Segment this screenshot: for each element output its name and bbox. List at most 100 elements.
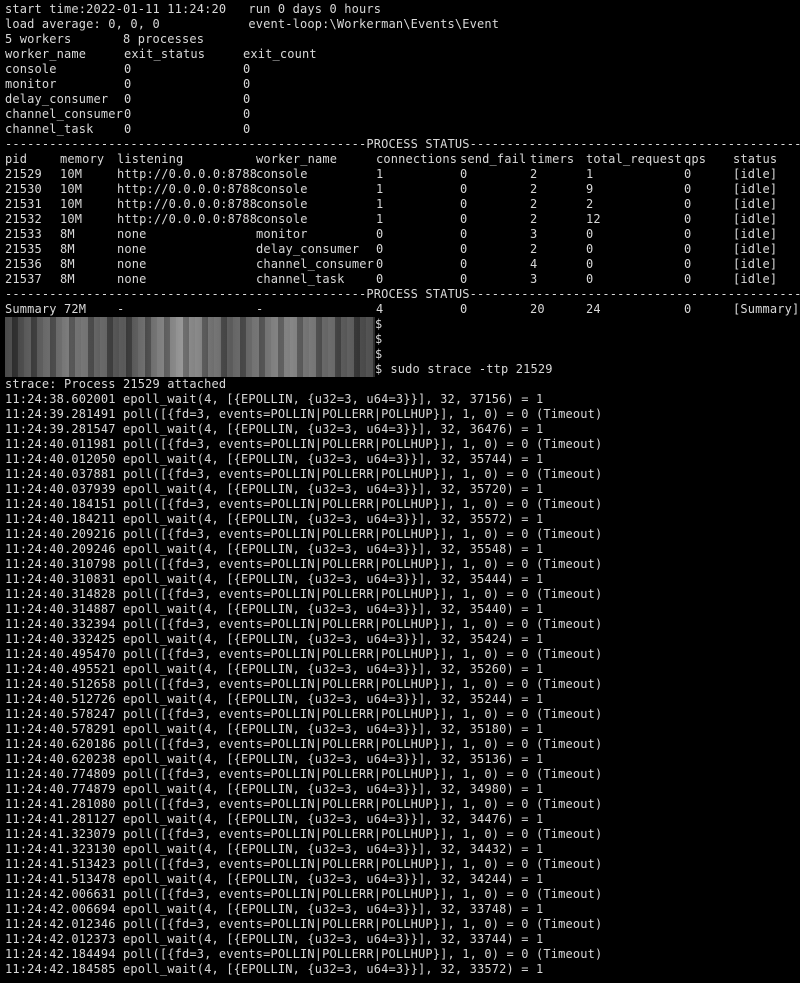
process-table-cell: [idle]	[733, 167, 778, 181]
process-table-cell: 0	[684, 197, 692, 211]
shell-command: sudo strace -ttp 21529	[383, 362, 553, 376]
process-column-header: timers	[530, 152, 575, 166]
worker-column-header: exit_count	[243, 47, 317, 61]
summary-cell: 20	[530, 302, 545, 316]
process-column-header: worker_name	[256, 152, 338, 166]
summary-cell: -	[117, 302, 125, 316]
strace-output-line: 11:24:42.184585 epoll_wait(4, [{EPOLLIN,…	[5, 962, 544, 976]
redacted-prompt-block	[5, 332, 375, 347]
worker-table-cell: 0	[243, 122, 251, 136]
process-column-header: status	[733, 152, 778, 166]
strace-output-line: 11:24:42.006631 poll([{fd=3, events=POLL…	[5, 887, 603, 901]
strace-output-line: 11:24:40.314887 epoll_wait(4, [{EPOLLIN,…	[5, 602, 544, 616]
process-table-cell: http://0.0.0.0:8788	[117, 182, 258, 196]
summary-cell: 0	[460, 302, 468, 316]
worker-count-line: 5 workers 8 processes	[5, 32, 205, 46]
strace-output-line: 11:24:40.011981 poll([{fd=3, events=POLL…	[5, 437, 603, 451]
strace-output-line: 11:24:41.281127 epoll_wait(4, [{EPOLLIN,…	[5, 812, 544, 826]
strace-output-line: 11:24:42.006694 epoll_wait(4, [{EPOLLIN,…	[5, 902, 544, 916]
process-table-cell: 2	[530, 197, 538, 211]
process-table-cell: 0	[460, 272, 468, 286]
process-table-cell: 0	[586, 227, 594, 241]
worker-table-cell: console	[5, 62, 57, 76]
process-column-header: connections	[376, 152, 458, 166]
process-table-cell: 21531	[5, 197, 42, 211]
strace-output-line: 11:24:39.281547 epoll_wait(4, [{EPOLLIN,…	[5, 422, 544, 436]
process-table-cell: 0	[684, 242, 692, 256]
process-table-cell: [idle]	[733, 242, 778, 256]
strace-attached-line: strace: Process 21529 attached	[5, 377, 227, 391]
worker-table-cell: 0	[243, 107, 251, 121]
worker-table-cell: monitor	[5, 77, 57, 91]
strace-output-line: 11:24:40.495470 poll([{fd=3, events=POLL…	[5, 647, 603, 661]
worker-table-cell: 0	[124, 92, 132, 106]
prompt-symbol: $	[375, 362, 383, 376]
process-table-cell: 10M	[60, 197, 83, 211]
process-table-cell: 0	[684, 212, 692, 226]
process-table-cell: 10M	[60, 182, 83, 196]
process-table-cell: channel_task	[256, 272, 345, 286]
strace-output-line: 11:24:40.209246 epoll_wait(4, [{EPOLLIN,…	[5, 542, 544, 556]
process-table-cell: 0	[460, 167, 468, 181]
strace-output-line: 11:24:40.620238 epoll_wait(4, [{EPOLLIN,…	[5, 752, 544, 766]
strace-output-line: 11:24:40.620186 poll([{fd=3, events=POLL…	[5, 737, 603, 751]
process-table-cell: 0	[460, 182, 468, 196]
worker-table-cell: channel_consumer	[5, 107, 123, 121]
prompt-symbol: $	[375, 332, 383, 346]
process-table-cell: 21529	[5, 167, 42, 181]
process-table-cell: 3	[530, 227, 538, 241]
worker-column-header: exit_status	[124, 47, 206, 61]
process-table-cell: 21537	[5, 272, 42, 286]
process-table-cell: 2	[530, 182, 538, 196]
process-table-cell: [idle]	[733, 227, 778, 241]
strace-output-line: 11:24:40.774809 poll([{fd=3, events=POLL…	[5, 767, 603, 781]
process-table-cell: 12	[586, 212, 601, 226]
strace-output-line: 11:24:40.209216 poll([{fd=3, events=POLL…	[5, 527, 603, 541]
strace-output-line: 11:24:41.513423 poll([{fd=3, events=POLL…	[5, 857, 603, 871]
worker-table-cell: 0	[124, 77, 132, 91]
strace-output-line: 11:24:42.184494 poll([{fd=3, events=POLL…	[5, 947, 603, 961]
strace-output-line: 11:24:40.495521 epoll_wait(4, [{EPOLLIN,…	[5, 662, 544, 676]
process-table-cell: 8M	[60, 227, 75, 241]
worker-table-cell: 0	[243, 62, 251, 76]
strace-output-line: 11:24:41.323130 epoll_wait(4, [{EPOLLIN,…	[5, 842, 544, 856]
summary-cell: 24	[586, 302, 601, 316]
process-table-cell: 1	[376, 212, 384, 226]
terminal-window[interactable]: start time:2022-01-11 11:24:20 run 0 day…	[0, 0, 800, 983]
process-table-cell: 10M	[60, 212, 83, 226]
strace-output-line: 11:24:38.602001 epoll_wait(4, [{EPOLLIN,…	[5, 392, 544, 406]
redacted-prompt-block	[5, 362, 375, 377]
summary-cell: Summary 72M	[5, 302, 87, 316]
strace-output-line: 11:24:40.332425 epoll_wait(4, [{EPOLLIN,…	[5, 632, 544, 646]
process-table-cell: 0	[460, 242, 468, 256]
process-table-cell: 1	[376, 182, 384, 196]
process-table-cell: 10M	[60, 167, 83, 181]
strace-output-line: 11:24:40.314828 poll([{fd=3, events=POLL…	[5, 587, 603, 601]
redacted-prompt-block	[5, 347, 375, 362]
worker-table-cell: 0	[243, 92, 251, 106]
process-table-cell: 1	[586, 167, 594, 181]
process-table-cell: http://0.0.0.0:8788	[117, 167, 258, 181]
worker-table-cell: 0	[124, 62, 132, 76]
process-status-separator: ----------------------------------------…	[5, 137, 800, 151]
strace-output-line: 11:24:42.012373 epoll_wait(4, [{EPOLLIN,…	[5, 932, 544, 946]
process-table-cell: http://0.0.0.0:8788	[117, 212, 258, 226]
process-table-cell: 0	[684, 272, 692, 286]
process-table-cell: 0	[684, 257, 692, 271]
process-table-cell: http://0.0.0.0:8788	[117, 197, 258, 211]
summary-cell: -	[256, 302, 264, 316]
worker-table-cell: 0	[243, 77, 251, 91]
worker-column-header: worker_name	[5, 47, 87, 61]
strace-output-line: 11:24:40.184211 epoll_wait(4, [{EPOLLIN,…	[5, 512, 544, 526]
strace-output-line: 11:24:40.037939 epoll_wait(4, [{EPOLLIN,…	[5, 482, 544, 496]
process-table-cell: 2	[530, 212, 538, 226]
strace-output-line: 11:24:41.281080 poll([{fd=3, events=POLL…	[5, 797, 603, 811]
strace-output-line: 11:24:42.012346 poll([{fd=3, events=POLL…	[5, 917, 603, 931]
process-table-cell: 0	[460, 227, 468, 241]
strace-output-line: 11:24:39.281491 poll([{fd=3, events=POLL…	[5, 407, 603, 421]
strace-output-line: 11:24:40.512658 poll([{fd=3, events=POLL…	[5, 677, 603, 691]
process-table-cell: 9	[586, 182, 594, 196]
strace-output-line: 11:24:40.310831 epoll_wait(4, [{EPOLLIN,…	[5, 572, 544, 586]
process-table-cell: console	[256, 182, 308, 196]
process-table-cell: [idle]	[733, 182, 778, 196]
